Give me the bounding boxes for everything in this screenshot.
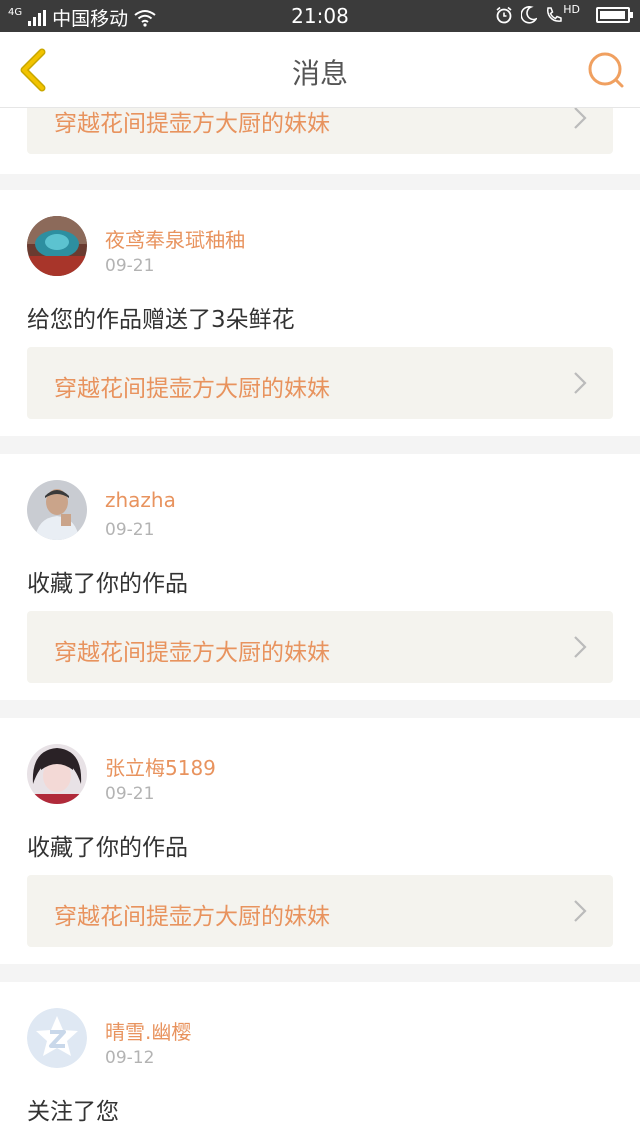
page-title: 消息 (291, 57, 348, 90)
avatar[interactable] (27, 480, 87, 540)
notification-text: 收藏了你的作品 (27, 571, 188, 597)
notification-item: 夜鸢奉泉珷秞秞 09-21 给您的作品赠送了3朵鲜花 穿越花间提壶方大厨的妹妹 (0, 190, 640, 436)
work-link[interactable]: 穿越花间提壶方大厨的妹妹 (27, 875, 613, 947)
user-name[interactable]: 张立梅5189 (105, 752, 216, 781)
notification-text: 关注了您 (27, 1099, 119, 1125)
hd-label: HD (563, 2, 580, 16)
work-link[interactable]: 穿越花间提壶方大厨的妹妹 (27, 611, 613, 683)
status-bar: 4G 中国移动 21:08 HD (0, 0, 640, 32)
work-link[interactable]: 穿越花间提壶方大厨的妹妹 (27, 347, 613, 419)
work-title: 穿越花间提壶方大厨的妹妹 (54, 111, 330, 137)
avatar[interactable] (27, 216, 87, 276)
call-hd-icon (547, 7, 562, 22)
notification-date: 09-21 (105, 520, 155, 540)
work-title: 穿越花间提壶方大厨的妹妹 (54, 376, 330, 402)
notification-text: 给您的作品赠送了3朵鲜花 (27, 307, 295, 333)
chevron-right-icon (574, 108, 587, 129)
chevron-right-icon (574, 372, 587, 394)
notification-item: 晴雪.幽樱 09-12 关注了您 (0, 982, 640, 1138)
moon-icon (521, 6, 538, 24)
alarm-icon (496, 6, 512, 24)
avatar[interactable] (27, 744, 87, 804)
notification-item: 穿越花间提壶方大厨的妹妹 (0, 108, 640, 174)
chevron-right-icon (574, 636, 587, 658)
notification-item: zhazha 09-21 收藏了你的作品 穿越花间提壶方大厨的妹妹 (0, 454, 640, 700)
work-title: 穿越花间提壶方大厨的妹妹 (54, 904, 330, 930)
notification-date: 09-21 (105, 256, 155, 276)
notification-item: 张立梅5189 09-21 收藏了你的作品 穿越花间提壶方大厨的妹妹 (0, 718, 640, 964)
status-right: HD (495, 2, 633, 24)
battery-icon (596, 7, 633, 23)
default-avatar-icon[interactable] (27, 1008, 87, 1068)
user-name[interactable]: 晴雪.幽樱 (105, 1016, 191, 1045)
user-name[interactable]: zhazha (105, 488, 176, 512)
notification-text: 收藏了你的作品 (27, 835, 188, 861)
work-title: 穿越花间提壶方大厨的妹妹 (54, 640, 330, 666)
header-bar: 消息 (0, 32, 640, 108)
notification-list: 穿越花间提壶方大厨的妹妹 夜鸢奉泉珷秞秞 09-21 给您的作品赠送了3朵鲜花 … (0, 108, 640, 1138)
user-name[interactable]: 夜鸢奉泉珷秞秞 (105, 224, 245, 253)
search-icon[interactable] (586, 50, 626, 90)
work-link[interactable]: 穿越花间提壶方大厨的妹妹 (27, 108, 613, 154)
notification-date: 09-12 (105, 1048, 155, 1068)
chevron-right-icon (574, 900, 587, 922)
notification-date: 09-21 (105, 784, 155, 804)
